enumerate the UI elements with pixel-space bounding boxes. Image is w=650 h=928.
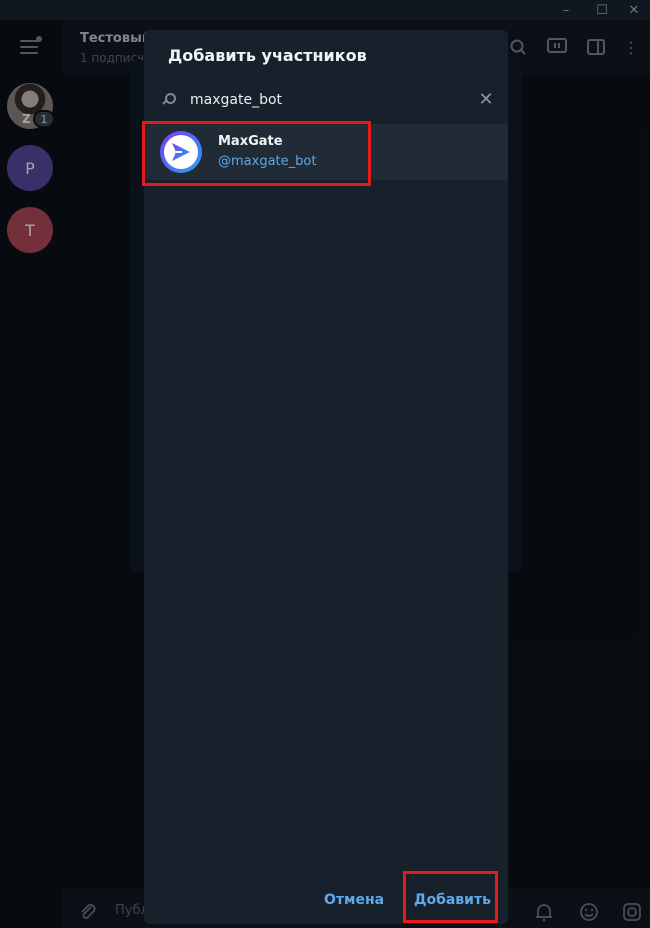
search-input[interactable] (190, 88, 460, 112)
window-titlebar: – ☐ ✕ (0, 0, 650, 20)
minimize-icon[interactable]: – (552, 0, 580, 20)
add-button-highlight-frame (403, 871, 498, 923)
close-icon[interactable]: ✕ (476, 90, 496, 110)
close-window-icon[interactable]: ✕ (620, 0, 648, 20)
dialog-title: Добавить участников (168, 46, 367, 65)
search-icon (162, 92, 178, 108)
maximize-icon[interactable]: ☐ (588, 0, 616, 20)
result-highlight-frame (142, 121, 371, 186)
cancel-button[interactable]: Отмена (324, 888, 384, 912)
